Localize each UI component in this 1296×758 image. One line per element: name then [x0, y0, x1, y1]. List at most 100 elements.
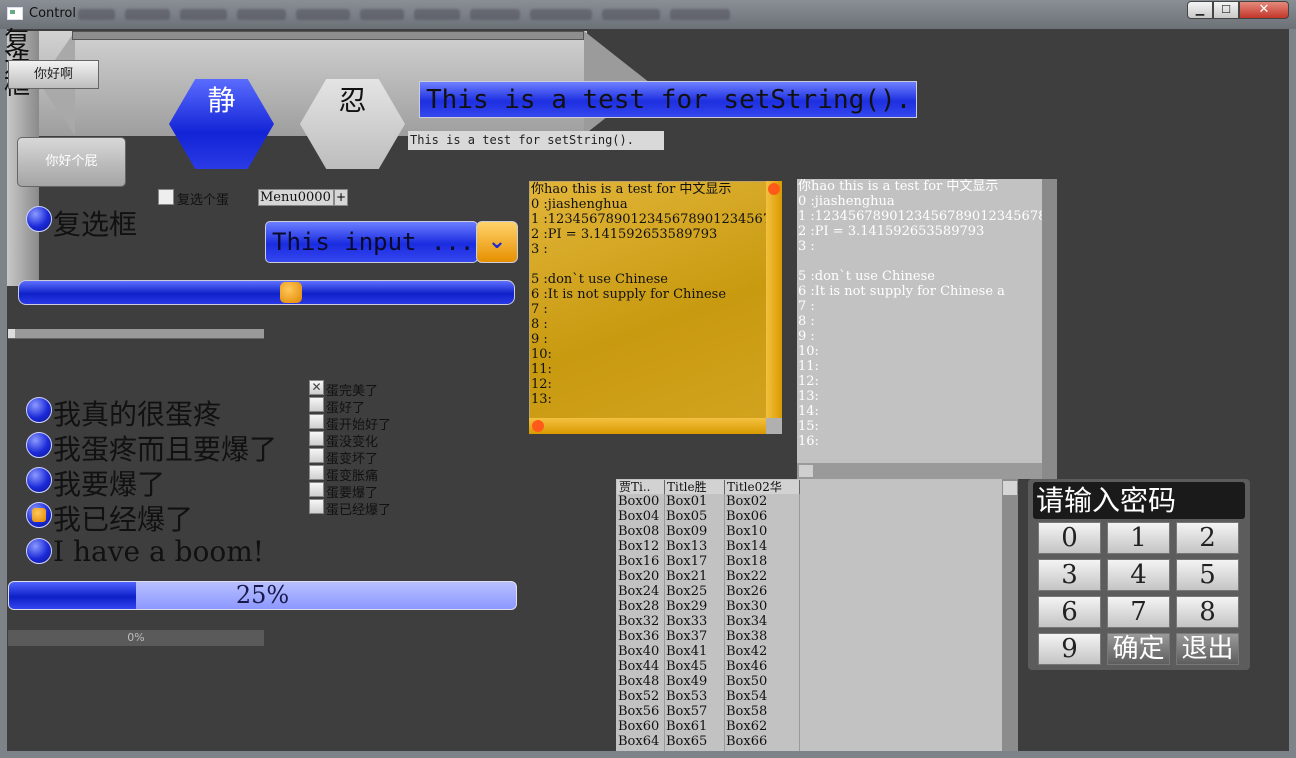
table-cell[interactable]: Box12: [618, 539, 659, 554]
keypad-key[interactable]: 2: [1176, 522, 1239, 554]
table-cell[interactable]: Box22: [726, 569, 767, 584]
keypad-key[interactable]: 5: [1176, 559, 1239, 591]
table-cell[interactable]: Box25: [666, 584, 707, 599]
table-cell[interactable]: Box21: [666, 569, 707, 584]
table-cell[interactable]: Box48: [618, 674, 659, 689]
table-cell[interactable]: Box30: [726, 599, 767, 614]
checkbox[interactable]: [309, 465, 324, 480]
table-cell[interactable]: Box33: [666, 614, 707, 629]
keypad-key[interactable]: 8: [1176, 596, 1239, 628]
slider-track[interactable]: [18, 280, 515, 305]
table-cell[interactable]: Box61: [666, 719, 707, 734]
nihao-button[interactable]: 你好啊: [8, 60, 99, 89]
table-cell[interactable]: Box52: [618, 689, 659, 704]
slider-thumb[interactable]: [280, 282, 303, 303]
checkbox[interactable]: [309, 414, 324, 429]
table-cell[interactable]: Box20: [618, 569, 659, 584]
table-cell[interactable]: Box56: [618, 704, 659, 719]
table-cell[interactable]: Box49: [666, 674, 707, 689]
table-vertical-scrollbar[interactable]: [1002, 479, 1018, 751]
menu-item[interactable]: [470, 9, 520, 20]
table-cell[interactable]: Box09: [666, 524, 707, 539]
input-dropdown-button[interactable]: ⌄: [476, 221, 518, 263]
table-vertical-scroll-thumb[interactable]: [1003, 481, 1017, 495]
menu-plus-button[interactable]: +: [334, 189, 348, 206]
minimize-button[interactable]: ▁: [1187, 1, 1213, 19]
table-cell[interactable]: Box29: [666, 599, 707, 614]
keypad-key[interactable]: 9: [1038, 633, 1101, 665]
table-cell[interactable]: Box37: [666, 629, 707, 644]
keypad-key[interactable]: 6: [1038, 596, 1101, 628]
table-cell[interactable]: Box06: [726, 509, 767, 524]
checkbox[interactable]: [309, 397, 324, 412]
table-cell[interactable]: Box24: [618, 584, 659, 599]
radio-button[interactable]: [26, 432, 52, 458]
table-cell[interactable]: Box58: [726, 704, 767, 719]
table-cell[interactable]: Box04: [618, 509, 659, 524]
table-cell[interactable]: Box32: [618, 614, 659, 629]
table-cell[interactable]: Box44: [618, 659, 659, 674]
keypad-key[interactable]: 3: [1038, 559, 1101, 591]
keypad-key[interactable]: 7: [1107, 596, 1170, 628]
table-cell[interactable]: Box34: [726, 614, 767, 629]
text-input[interactable]: This input ...: [265, 221, 478, 263]
table-cell[interactable]: Box38: [726, 629, 767, 644]
menu-item[interactable]: [296, 9, 350, 20]
checkbox[interactable]: ✕: [309, 380, 324, 395]
radio-button[interactable]: [26, 502, 52, 528]
table-cell[interactable]: Box42: [726, 644, 767, 659]
table-cell[interactable]: Box17: [666, 554, 707, 569]
close-button[interactable]: ✕: [1239, 1, 1289, 19]
menu-select[interactable]: Menu0000: [258, 189, 334, 206]
grey-horizontal-scrollbar[interactable]: [797, 463, 1042, 479]
radio-button[interactable]: [26, 467, 52, 493]
menu-item[interactable]: [670, 9, 730, 20]
table-cell[interactable]: Box62: [726, 719, 767, 734]
table-cell[interactable]: Box57: [666, 704, 707, 719]
table-cell[interactable]: Box40: [618, 644, 659, 659]
table-header-cell[interactable]: 贾Ti..: [617, 480, 665, 494]
keypad-key[interactable]: 1: [1107, 522, 1170, 554]
grey-vertical-scrollbar[interactable]: [1042, 179, 1057, 479]
table-cell[interactable]: Box54: [726, 689, 767, 704]
menu-item[interactable]: [78, 9, 115, 20]
table-cell[interactable]: Box05: [666, 509, 707, 524]
menu-item[interactable]: [602, 9, 660, 20]
maximize-button[interactable]: ☐: [1213, 1, 1239, 19]
yellow-vertical-scroll-thumb[interactable]: [768, 183, 780, 195]
table-cell[interactable]: Box60: [618, 719, 659, 734]
menu-item[interactable]: [360, 9, 404, 20]
keypad-key[interactable]: 退出: [1176, 633, 1239, 665]
menu-item[interactable]: [125, 9, 170, 20]
table-cell[interactable]: Box36: [618, 629, 659, 644]
radio-button[interactable]: [26, 397, 52, 423]
table-cell[interactable]: Box16: [618, 554, 659, 569]
table-cell[interactable]: Box00: [618, 494, 659, 509]
menu-item[interactable]: [237, 9, 286, 20]
yellow-vertical-scrollbar[interactable]: [766, 181, 782, 434]
table-cell[interactable]: Box18: [726, 554, 767, 569]
menu-item[interactable]: [414, 9, 460, 20]
keypad-key[interactable]: 确定: [1107, 633, 1170, 665]
table-cell[interactable]: Box02: [726, 494, 767, 509]
table-cell[interactable]: Box64: [618, 734, 659, 749]
checkbox[interactable]: [309, 499, 324, 514]
nihao-gepi-button[interactable]: 你好个屁: [17, 137, 126, 187]
grey-horizontal-scroll-thumb[interactable]: [799, 465, 813, 477]
table-cell[interactable]: Box41: [666, 644, 707, 659]
radio-button[interactable]: [26, 206, 52, 232]
yellow-horizontal-scroll-thumb[interactable]: [532, 420, 544, 432]
table-cell[interactable]: Box13: [666, 539, 707, 554]
table-header-cell[interactable]: Title02华: [725, 480, 800, 494]
table-cell[interactable]: Box53: [666, 689, 707, 704]
table-cell[interactable]: Box10: [726, 524, 767, 539]
checkbox[interactable]: [309, 482, 324, 497]
table-cell[interactable]: Box50: [726, 674, 767, 689]
table-cell[interactable]: Box14: [726, 539, 767, 554]
radio-button[interactable]: [26, 538, 52, 564]
checkbox[interactable]: [309, 448, 324, 463]
table-cell[interactable]: Box66: [726, 734, 767, 749]
table-cell[interactable]: Box01: [666, 494, 707, 509]
table-cell[interactable]: Box28: [618, 599, 659, 614]
table-header-cell[interactable]: Title胜: [665, 480, 725, 494]
